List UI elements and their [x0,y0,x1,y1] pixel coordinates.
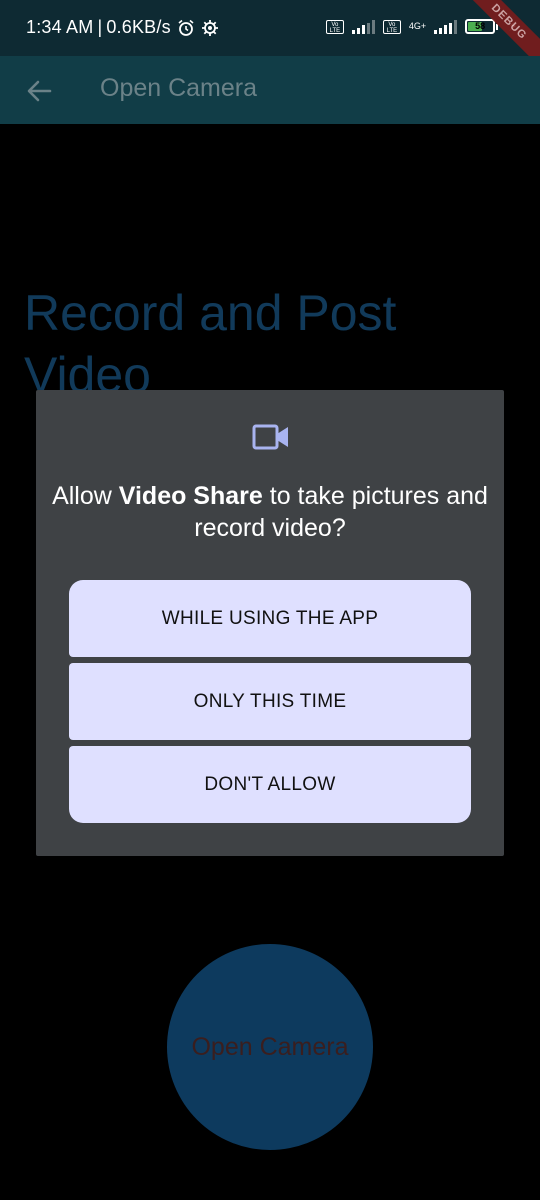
gear-icon [201,19,218,36]
open-camera-button[interactable]: Open Camera [167,944,373,1150]
status-right: Vo LTE Vo LTE 4G+ 58 ⚡ [325,18,518,35]
status-bar: 1:34 AM | 0.6KB/s Vo LTE Vo LTE 4G+ 58 ⚡ [0,0,540,76]
network-speed: 0.6KB/s [106,17,171,37]
videocam-icon [252,424,288,450]
status-time: 1:34 AM [26,17,94,37]
status-left: 1:34 AM | 0.6KB/s [26,17,219,38]
app-name: Video Share [118,482,263,510]
app-bar: Open Camera [0,56,540,124]
message-prefix: Allow [52,482,119,510]
volte-icon: Vo LTE [325,19,344,34]
only-this-time-button[interactable]: ONLY THIS TIME [69,663,471,740]
alarm-clock-icon [178,19,194,36]
signal-bars-secondary-icon [434,19,458,34]
while-using-app-button[interactable]: WHILE USING THE APP [69,580,471,657]
battery-level: 58 [475,21,486,31]
app-bar-title: Open Camera [100,74,258,102]
page-heading: Record and Post Video [24,285,397,403]
dont-allow-button[interactable]: DON'T ALLOW [69,746,471,823]
arrow-back-icon[interactable] [26,78,52,104]
permission-dialog: Allow Video Share to take pictures and r… [36,390,504,856]
permission-message: Allow Video Share to take pictures and r… [36,480,504,544]
battery-icon: 58 [465,19,496,34]
open-camera-label: Open Camera [191,1032,349,1061]
status-separator: | [97,17,103,37]
signal-bars-icon [351,19,375,34]
network-type: 4G+ [408,21,427,31]
volte-icon-secondary: Vo LTE [382,19,401,34]
